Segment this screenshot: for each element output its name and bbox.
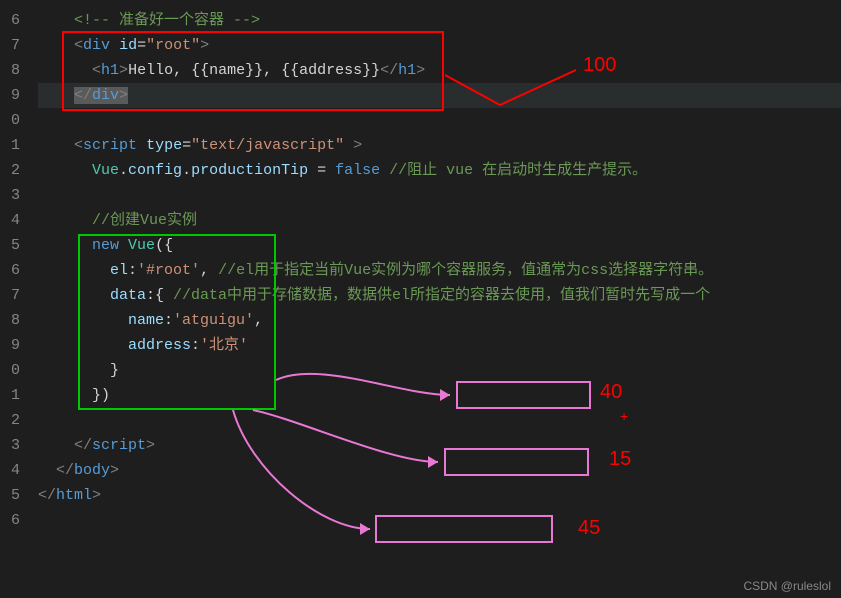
annotation-label-45: 45 bbox=[578, 517, 600, 540]
code-editor: 6 7 8 9 0 1 2 3 4 5 6 7 8 9 0 1 2 3 4 5 … bbox=[0, 0, 841, 598]
code-line: name:'atguigu', bbox=[38, 308, 841, 333]
code-line bbox=[38, 183, 841, 208]
code-line: el:'#root', //el用于指定当前Vue实例为哪个容器服务，值通常为c… bbox=[38, 258, 841, 283]
annotation-label-15: 15 bbox=[609, 448, 631, 471]
code-line: </div> bbox=[38, 83, 841, 108]
code-line: data:{ //data中用于存储数据，数据供el所指定的容器去使用，值我们暂… bbox=[38, 283, 841, 308]
watermark: CSDN @ruleslol bbox=[743, 579, 831, 593]
code-line: //创建Vue实例 bbox=[38, 208, 841, 233]
code-line: <div id="root"> bbox=[38, 33, 841, 58]
code-line: </script> bbox=[38, 433, 841, 458]
code-line bbox=[38, 108, 841, 133]
code-area[interactable]: <!-- 准备好一个容器 --> <div id="root"> <h1>Hel… bbox=[28, 0, 841, 598]
code-line: address:'北京' bbox=[38, 333, 841, 358]
annotation-label-plus: + bbox=[620, 408, 628, 424]
code-line: <!-- 准备好一个容器 --> bbox=[38, 8, 841, 33]
code-line: <script type="text/javascript" > bbox=[38, 133, 841, 158]
code-line: }) bbox=[38, 383, 841, 408]
code-line: <h1>Hello, {{name}}, {{address}}</h1> bbox=[38, 58, 841, 83]
code-line: Vue.config.productionTip = false //阻止 vu… bbox=[38, 158, 841, 183]
line-gutter: 6 7 8 9 0 1 2 3 4 5 6 7 8 9 0 1 2 3 4 5 … bbox=[0, 0, 28, 598]
code-line: </html> bbox=[38, 483, 841, 508]
code-line: </body> bbox=[38, 458, 841, 483]
code-line: } bbox=[38, 358, 841, 383]
code-line: new Vue({ bbox=[38, 233, 841, 258]
code-line bbox=[38, 408, 841, 433]
annotation-label-40: 40 bbox=[600, 381, 622, 404]
annotation-label-100: 100 bbox=[583, 54, 616, 77]
